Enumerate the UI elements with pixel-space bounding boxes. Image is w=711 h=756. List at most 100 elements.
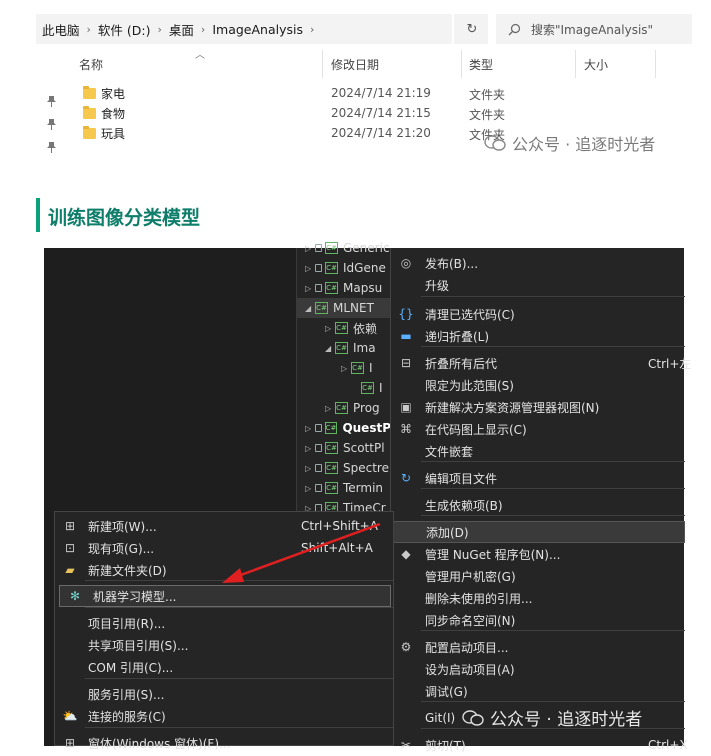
tree-node-label: ScottPl bbox=[343, 441, 385, 455]
menu-item-shortcut: Shift+Alt+A bbox=[301, 541, 373, 555]
breadcrumb-desktop[interactable]: 桌面 bbox=[169, 20, 194, 39]
breadcrumb-drive-d[interactable]: 软件 (D:) bbox=[98, 20, 151, 39]
tree-node[interactable]: ◢ C# MLNET bbox=[297, 298, 391, 318]
tree-node[interactable]: ▷ C# Mapsu bbox=[305, 278, 391, 298]
column-divider[interactable] bbox=[655, 50, 656, 78]
tree-node[interactable]: ▷ C# Spectre bbox=[305, 458, 391, 478]
column-divider[interactable] bbox=[461, 50, 462, 78]
submenu-item[interactable]: ⊞ 窗体(Windows 窗体)(F)... bbox=[55, 732, 393, 754]
context-menu-item[interactable]: 限定为此范围(S) bbox=[391, 374, 685, 396]
file-name: 家电 bbox=[101, 86, 126, 101]
submenu-item[interactable]: COM 引用(C)... bbox=[55, 656, 393, 678]
menu-item-label: 共享项目引用(S)... bbox=[88, 638, 189, 653]
submenu-item[interactable]: 项目引用(R)... bbox=[55, 612, 393, 634]
csharp-project-icon: C# bbox=[325, 262, 338, 274]
expander-icon[interactable]: ▷ bbox=[305, 444, 315, 453]
context-menu-item[interactable]: 设为启动项目(A) bbox=[391, 658, 685, 680]
folder-icon bbox=[83, 85, 96, 99]
context-menu-item[interactable]: ⚙ 配置启动项目... bbox=[391, 636, 685, 658]
tree-node[interactable]: ▷ C# ScottPl bbox=[305, 438, 391, 458]
context-menu-item[interactable]: 添加(D) bbox=[391, 521, 685, 543]
context-menu-item[interactable]: 管理用户机密(G) bbox=[391, 565, 685, 587]
breadcrumb-this-pc[interactable]: 此电脑 bbox=[42, 20, 80, 39]
csharp-project-icon: C# bbox=[325, 282, 338, 294]
tree-node[interactable]: ▷ C# Prog bbox=[325, 398, 391, 418]
context-menu-item[interactable]: ◎ 发布(B)... bbox=[391, 252, 685, 274]
tree-node[interactable]: ▷ C# IdGene bbox=[305, 258, 391, 278]
submenu-item[interactable]: ⊞ 新建项(W)... Ctrl+Shift+A bbox=[55, 515, 393, 537]
menu-item-shortcut: Ctrl+左 bbox=[648, 356, 692, 371]
column-header-name[interactable]: 名称 bbox=[79, 56, 103, 73]
context-menu-item[interactable]: ✂ 剪切(T) Ctrl+X bbox=[391, 734, 688, 756]
new-item-icon: ⊞ bbox=[64, 519, 76, 533]
expander-icon[interactable]: ◢ bbox=[325, 344, 335, 353]
chevron-right-icon: › bbox=[200, 22, 206, 36]
tree-node[interactable]: ▷ C# I bbox=[341, 358, 391, 378]
expander-icon[interactable]: ▷ bbox=[325, 324, 335, 333]
tree-node[interactable]: ▷ C# Termin bbox=[305, 478, 391, 498]
context-menu-item[interactable]: ⌘ 在代码图上显示(C) bbox=[391, 418, 685, 440]
expander-icon[interactable]: ▷ bbox=[305, 284, 315, 293]
context-menu-item[interactable]: 升级 bbox=[391, 274, 685, 296]
menu-item-label: 设为启动项目(A) bbox=[425, 662, 515, 677]
tree-node[interactable]: ▷ C# Generic bbox=[305, 238, 391, 258]
breadcrumb-imageanalysis[interactable]: ImageAnalysis bbox=[212, 22, 303, 37]
submenu-item[interactable]: ✻ 机器学习模型... bbox=[59, 585, 391, 607]
section-title: 训练图像分类模型 bbox=[48, 207, 201, 229]
context-menu-item[interactable]: 文件嵌套 bbox=[391, 440, 685, 462]
column-header-type[interactable]: 类型 bbox=[469, 56, 493, 73]
context-menu-item[interactable]: ◆ 管理 NuGet 程序包(N)... bbox=[391, 543, 685, 565]
context-menu-item[interactable]: ▣ 新建解决方案资源管理器视图(N) bbox=[391, 396, 685, 418]
expander-icon[interactable]: ▷ bbox=[305, 244, 315, 253]
context-menu-item[interactable]: 生成依赖项(B) bbox=[391, 494, 685, 516]
menu-item-label: 机器学习模型... bbox=[93, 589, 177, 604]
context-menu-item[interactable]: ▬ 递归折叠(L) bbox=[391, 325, 685, 347]
expander-icon[interactable]: ◢ bbox=[305, 304, 315, 313]
collapse-icon: ▬ bbox=[400, 329, 412, 343]
context-menu-item[interactable]: ↻ 编辑项目文件 bbox=[391, 467, 685, 489]
pin-icon[interactable] bbox=[47, 142, 56, 153]
expander-icon[interactable]: ▷ bbox=[341, 364, 351, 373]
address-breadcrumb[interactable]: 此电脑 › 软件 (D:) › 桌面 › ImageAnalysis › bbox=[36, 14, 452, 44]
context-menu-item[interactable]: 调试(G) bbox=[391, 680, 685, 702]
tree-node[interactable]: ▷ C# QuestP bbox=[305, 418, 391, 438]
connected-service-icon: ⛅ bbox=[62, 709, 78, 723]
tree-node[interactable]: ◢ C# Ima bbox=[325, 338, 391, 358]
submenu-item[interactable]: ▰ 新建文件夹(D) bbox=[55, 559, 393, 581]
submenu-item[interactable]: 服务引用(S)... bbox=[55, 683, 393, 705]
file-row[interactable]: 食物 bbox=[83, 104, 125, 122]
context-menu-item[interactable]: 同步命名空间(N) bbox=[391, 609, 685, 631]
file-type: 文件夹 bbox=[469, 108, 506, 122]
chevron-right-icon: › bbox=[86, 22, 91, 36]
tree-node-label: MLNET bbox=[333, 301, 374, 315]
search-box[interactable]: 搜索"ImageAnalysis" bbox=[496, 14, 692, 44]
expander-icon[interactable]: ▷ bbox=[305, 264, 315, 273]
lock-icon bbox=[315, 484, 322, 492]
refresh-button[interactable]: ↻ bbox=[456, 14, 488, 44]
pin-icon[interactable] bbox=[47, 96, 56, 107]
file-row[interactable]: 玩具 bbox=[83, 124, 125, 142]
expander-icon[interactable]: ▷ bbox=[325, 404, 335, 413]
tree-node[interactable]: C# I bbox=[351, 378, 391, 398]
new-folder-icon: ▰ bbox=[65, 563, 75, 577]
column-header-size[interactable]: 大小 bbox=[584, 56, 608, 73]
submenu-item[interactable]: ⛅ 连接的服务(C) bbox=[55, 705, 393, 727]
wechat-icon bbox=[484, 135, 506, 151]
expander-icon[interactable]: ▷ bbox=[305, 424, 315, 433]
column-divider[interactable] bbox=[575, 50, 576, 78]
lock-icon bbox=[315, 284, 322, 292]
context-menu-item[interactable]: 删除未使用的引用... bbox=[391, 587, 685, 609]
file-row[interactable]: 家电 bbox=[83, 84, 125, 102]
column-divider[interactable] bbox=[322, 50, 323, 78]
pin-icon[interactable] bbox=[47, 119, 56, 130]
tree-node[interactable]: ▷ C# 依赖 bbox=[325, 318, 391, 338]
expander-icon[interactable]: ▷ bbox=[305, 484, 315, 493]
submenu-item[interactable]: ⊡ 现有项(G)... Shift+Alt+A bbox=[55, 537, 393, 559]
submenu-item[interactable]: 共享项目引用(S)... bbox=[55, 634, 393, 656]
context-menu-item[interactable]: ⊟ 折叠所有后代 Ctrl+左 bbox=[391, 352, 691, 374]
context-menu-item[interactable]: {} 清理已选代码(C) bbox=[391, 303, 685, 325]
expander-icon[interactable]: ▷ bbox=[305, 464, 315, 473]
menu-item-label: 清理已选代码(C) bbox=[425, 307, 515, 322]
column-header-date[interactable]: 修改日期 bbox=[331, 56, 379, 73]
edit-icon: ↻ bbox=[400, 471, 412, 485]
